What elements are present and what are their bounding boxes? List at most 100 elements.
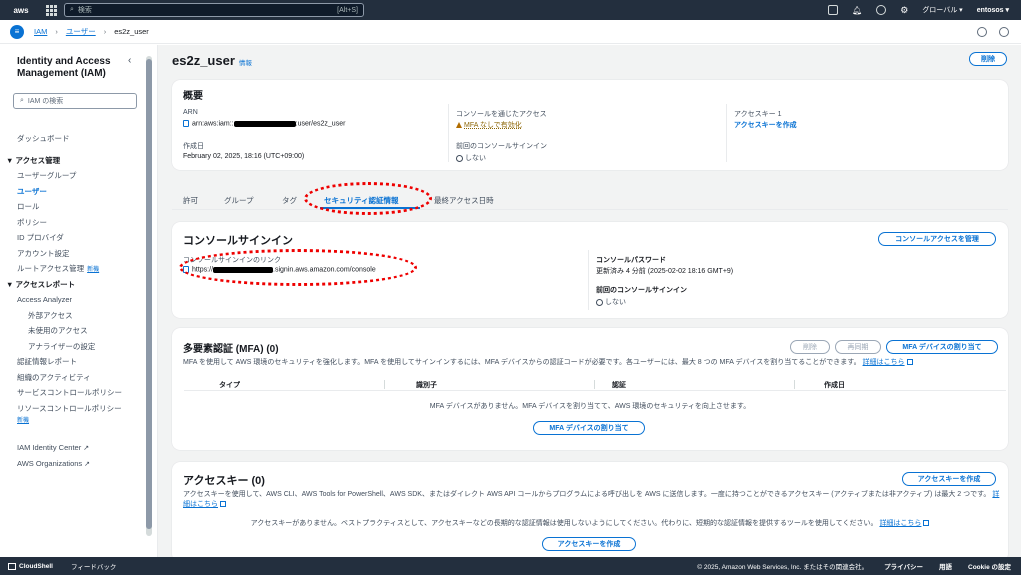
footer-bar: CloudShell フィードバック © 2025, Amazon Web Se…: [0, 557, 1021, 575]
divider: [448, 104, 449, 162]
assign-mfa-button[interactable]: MFA デバイスの割り当て: [886, 340, 998, 354]
sidebar-item-rcp-badge: 新機: [0, 416, 150, 426]
sidebar-item-analyzer-settings[interactable]: アナライザーの設定: [0, 339, 150, 355]
global-search-input[interactable]: ⌕ 検索 [Alt+S]: [64, 3, 364, 17]
sidebar-section-access-management[interactable]: ▼ アクセス管理: [0, 153, 150, 169]
last-signin-label: 前回のコンソールサインイン: [456, 143, 547, 150]
top-navigation-bar: aws ⌕ 検索 [Alt+S] 🔔︎ ⚙ グローバル ▾ entosos ▾: [0, 0, 1021, 20]
aws-logo[interactable]: aws: [6, 2, 36, 18]
external-link-icon: ↗: [83, 445, 90, 452]
sidebar-item-users[interactable]: ユーザー: [0, 184, 150, 200]
mfa-table-header: タイプ 識別子 認証 作成日: [184, 377, 1006, 391]
bell-icon[interactable]: 🔔︎: [852, 6, 862, 15]
gear-icon[interactable]: ⚙: [900, 5, 908, 16]
search-icon: ⌕: [20, 97, 24, 104]
sidebar-item-user-groups[interactable]: ユーザーグループ: [0, 168, 150, 184]
sidebar-item-access-analyzer[interactable]: Access Analyzer: [0, 292, 150, 308]
sidebar-item-rcp[interactable]: リソースコントロールポリシー: [0, 401, 150, 417]
arn-suffix: :user/es2z_user: [295, 120, 346, 128]
access-keys-empty-text: アクセスキーがありません。ベストプラクティスとして、アクセスキーなどの長期的な認…: [250, 520, 878, 527]
sidebar-item-identity-center[interactable]: IAM Identity Center ↗: [0, 440, 150, 456]
last-signin-value: しない: [456, 153, 486, 163]
tab-divider: [172, 209, 1008, 210]
copyright-text: © 2025, Amazon Web Services, Inc. またはその関…: [697, 564, 869, 571]
remove-mfa-button[interactable]: 削除: [790, 340, 830, 354]
column-type[interactable]: タイプ: [219, 380, 240, 390]
sidebar-section-access-reports[interactable]: ▼ アクセスレポート: [0, 277, 150, 293]
sidebar-item-credential-report[interactable]: 認証情報レポート: [0, 354, 150, 370]
console-last-signin-label: 前回のコンソールサインイン: [596, 287, 687, 294]
sidebar-item-identity-providers[interactable]: ID プロバイダ: [0, 230, 150, 246]
cloudshell-icon[interactable]: [828, 5, 839, 15]
sidebar-item-external-access[interactable]: 外部アクセス: [0, 308, 150, 324]
tab-last-accessed[interactable]: 最終アクセス日時: [434, 195, 494, 206]
sidebar-item-org-activity[interactable]: 組織のアクティビティ: [0, 370, 150, 386]
sidebar-title: Identity and Access Management (IAM): [17, 56, 111, 79]
help-icon[interactable]: [876, 5, 887, 15]
chevron-right-icon: ›: [103, 27, 107, 36]
sidebar-divider: [0, 426, 150, 440]
info-link[interactable]: 情報: [239, 60, 252, 67]
resync-mfa-button[interactable]: 再同期: [835, 340, 881, 354]
mfa-learn-more-link[interactable]: 詳細はこちら: [863, 359, 905, 366]
column-divider: [594, 380, 595, 389]
created-label: 作成日: [183, 143, 204, 150]
sidebar-item-unused-access[interactable]: 未使用のアクセス: [0, 323, 150, 339]
menu-icon[interactable]: ≡: [10, 24, 24, 39]
delete-user-button[interactable]: 削除: [969, 52, 1007, 66]
assign-mfa-empty-button[interactable]: MFA デバイスの割り当て: [533, 421, 645, 435]
external-link-icon: [906, 359, 913, 366]
region-selector[interactable]: グローバル ▾: [922, 5, 962, 15]
breadcrumb-bar: ≡ IAM › ユーザー › es2z_user: [0, 20, 1021, 44]
sidebar-search-input[interactable]: ⌕ IAM の検索: [13, 93, 137, 109]
external-link-icon: [220, 501, 226, 508]
tab-groups[interactable]: グループ: [224, 195, 254, 206]
sidebar-scrollbar[interactable]: [146, 59, 152, 529]
tab-permissions[interactable]: 許可: [183, 195, 198, 206]
password-label: コンソールパスワード: [596, 257, 666, 264]
access-keys-empty-learn-more[interactable]: 詳細はこちら: [879, 520, 921, 527]
external-link-icon: [923, 520, 930, 527]
privacy-link[interactable]: プライバシー: [884, 561, 923, 571]
sidebar-search-placeholder: IAM の検索: [27, 98, 64, 105]
feedback-link[interactable]: フィードバック: [71, 561, 116, 571]
search-shortcut: [Alt+S]: [337, 6, 358, 14]
info-panel-icon[interactable]: [977, 26, 987, 37]
breadcrumb-iam[interactable]: IAM: [34, 27, 47, 36]
sidebar-item-organizations[interactable]: AWS Organizations ↗: [0, 456, 150, 472]
terms-link[interactable]: 用語: [939, 561, 952, 571]
circle-icon: [456, 154, 463, 162]
sidebar-item-policies[interactable]: ポリシー: [0, 215, 150, 231]
warning-icon: [456, 122, 462, 129]
manage-console-access-button[interactable]: コンソールアクセスを管理: [878, 232, 996, 246]
cloudshell-button[interactable]: CloudShell: [8, 562, 53, 570]
access-keys-empty: アクセスキーがありません。ベストプラクティスとして、アクセスキーなどの長期的な認…: [172, 519, 1008, 529]
console-access-text: MFA なしで有効化: [464, 122, 522, 129]
column-identifier[interactable]: 識別子: [416, 380, 437, 390]
services-grid-icon[interactable]: [44, 3, 58, 17]
tab-tags[interactable]: タグ: [282, 195, 297, 206]
summary-heading: 概要: [183, 91, 203, 102]
collapse-sidebar-icon[interactable]: ‹: [128, 55, 131, 66]
create-access-key-empty-button[interactable]: アクセスキーを作成: [542, 537, 636, 551]
password-value: 更新済み 4 分前 (2025-02-02 18:16 GMT+9): [596, 268, 734, 275]
sidebar-item-root-access[interactable]: ルートアクセス管理 新機: [0, 261, 150, 277]
divider: [588, 250, 589, 310]
cookie-settings-link[interactable]: Cookie の設定: [968, 561, 1011, 571]
sidebar-item-label: IAM Identity Center: [17, 443, 82, 452]
console-signin-heading: コンソールサインイン: [183, 235, 293, 247]
create-access-key-button[interactable]: アクセスキーを作成: [902, 472, 996, 486]
sidebar-item-scp[interactable]: サービスコントロールポリシー: [0, 385, 150, 401]
sidebar-item-dashboard[interactable]: ダッシュボード: [0, 131, 150, 147]
console-access-label: コンソールを通じたアクセス: [456, 111, 547, 118]
column-created[interactable]: 作成日: [824, 380, 845, 390]
cloudshell-icon: [8, 562, 16, 570]
breadcrumb-users[interactable]: ユーザー: [66, 26, 96, 37]
account-menu[interactable]: entosos ▾: [977, 6, 1009, 14]
sidebar-item-roles[interactable]: ロール: [0, 199, 150, 215]
column-certification[interactable]: 認証: [612, 380, 626, 390]
copy-icon[interactable]: [183, 120, 189, 127]
create-access-key-link[interactable]: アクセスキーを作成: [734, 120, 797, 130]
sidebar-item-account-settings[interactable]: アカウント設定: [0, 246, 150, 262]
settings-icon[interactable]: [999, 26, 1009, 37]
